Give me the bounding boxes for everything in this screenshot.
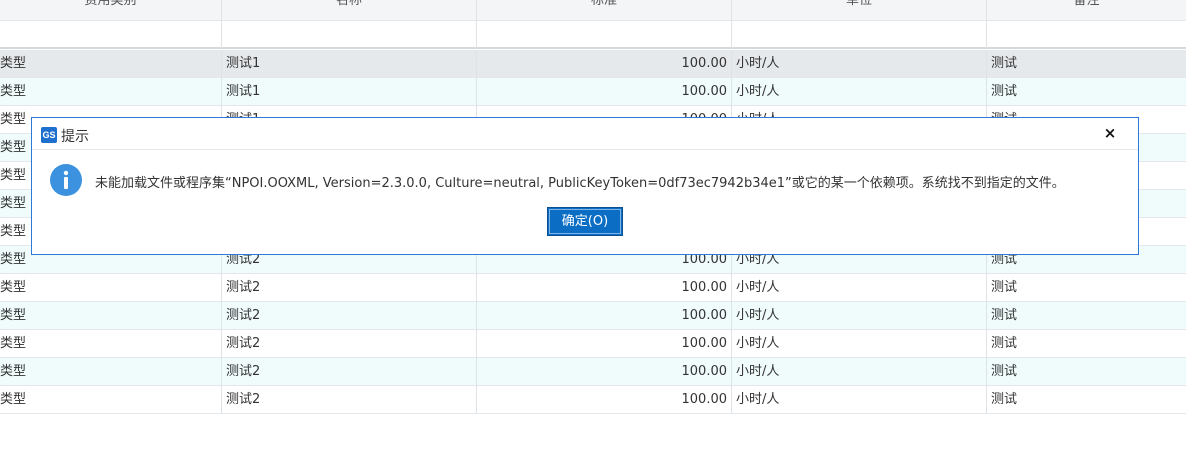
cell-name: 测试2 — [222, 386, 477, 414]
cell-remark: 测试 — [991, 84, 1018, 99]
filter-row — [0, 21, 1186, 49]
cell-remark: 测试 — [991, 56, 1018, 71]
cell-category: 类型 — [0, 358, 222, 386]
cell-remark: 测试 — [991, 336, 1018, 351]
column-header-standard[interactable]: 标准 — [477, 0, 732, 21]
cell-category: 类型 — [0, 302, 222, 330]
dialog-title: 提示 — [61, 129, 89, 145]
cell-remark: 测试 — [991, 364, 1018, 379]
cell-category: 类型 — [0, 78, 222, 106]
cell-name: 测试1 — [222, 78, 477, 106]
cell-name: 测试2 — [222, 274, 477, 302]
cell-standard: 100.00 — [477, 78, 732, 106]
cell-unit: 小时/人 — [732, 330, 987, 358]
table-row[interactable]: 类型 测试2 100.00 小时/人 测试 — [0, 330, 1186, 358]
cell-standard: 100.00 — [477, 386, 732, 414]
dialog-title-bar[interactable]: GS 提示 × — [32, 118, 1138, 150]
cell-name: 测试2 — [222, 358, 477, 386]
cell-name: 测试2 — [222, 302, 477, 330]
table-row[interactable]: 类型 测试2 100.00 小时/人 测试 — [0, 358, 1186, 386]
cell-name: 测试2 — [222, 330, 477, 358]
cell-remark: 测试 — [991, 308, 1018, 323]
close-button[interactable]: × — [1102, 124, 1118, 142]
info-icon — [50, 164, 82, 196]
table-row[interactable]: 类型 测试2 100.00 小时/人 测试 — [0, 386, 1186, 414]
gs-logo-icon: GS — [41, 127, 57, 143]
cell-category: 类型 — [0, 330, 222, 358]
table-row[interactable]: 类型 测试2 100.00 小时/人 测试 — [0, 274, 1186, 302]
cell-unit: 小时/人 — [732, 78, 987, 106]
cell-unit: 小时/人 — [732, 50, 987, 78]
filter-cell-remark[interactable] — [987, 21, 1186, 49]
cell-category: 类型 — [0, 386, 222, 414]
cell-category: 类型 — [0, 274, 222, 302]
filter-cell-unit[interactable] — [732, 21, 987, 49]
cell-standard: 100.00 — [477, 330, 732, 358]
cell-remark: 测试 — [991, 392, 1018, 407]
table-row[interactable]: 类型测试1100.00小时/人测试 — [0, 78, 1186, 106]
dialog-message: 未能加载文件或程序集“NPOI.OOXML, Version=2.3.0.0, … — [95, 176, 1065, 191]
column-header-remark[interactable]: 备注 — [987, 0, 1186, 21]
cell-standard: 100.00 — [477, 358, 732, 386]
message-dialog: GS 提示 × 未能加载文件或程序集“NPOI.OOXML, Version=2… — [31, 117, 1139, 255]
filter-cell-name[interactable] — [222, 21, 477, 49]
column-header-name[interactable]: 名称 — [222, 0, 477, 21]
grid-header: 费用类别 名称 标准 单位 备注 — [0, 0, 1186, 21]
filter-cell-standard[interactable] — [477, 21, 732, 49]
cell-standard: 100.00 — [477, 274, 732, 302]
cell-name: 测试1 — [222, 50, 477, 78]
cell-standard: 100.00 — [477, 302, 732, 330]
cell-category: 类型 — [0, 50, 222, 78]
cell-unit: 小时/人 — [732, 386, 987, 414]
ok-button[interactable]: 确定(O) — [547, 207, 623, 236]
cell-unit: 小时/人 — [732, 358, 987, 386]
table-row[interactable]: 类型 测试2 100.00 小时/人 测试 — [0, 302, 1186, 330]
column-header-category[interactable]: 费用类别 — [0, 0, 222, 21]
filter-cell-category[interactable] — [0, 21, 222, 49]
table-row[interactable]: 类型测试1100.00小时/人测试 — [0, 50, 1186, 78]
cell-standard: 100.00 — [477, 50, 732, 78]
cell-unit: 小时/人 — [732, 274, 987, 302]
cell-remark: 测试 — [991, 280, 1018, 295]
cell-unit: 小时/人 — [732, 302, 987, 330]
column-header-unit[interactable]: 单位 — [732, 0, 987, 21]
